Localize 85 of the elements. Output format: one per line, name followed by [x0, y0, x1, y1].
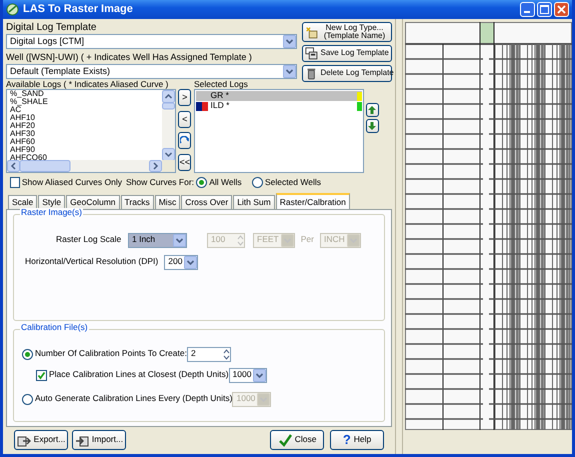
field-label: Digital Log Template	[6, 22, 98, 34]
list-label: Selected Logs	[194, 80, 248, 89]
caret-icon	[283, 35, 296, 48]
tab[interactable]: Scale	[8, 194, 38, 209]
checkbox-label: Place Calibration Lines at Closest (Depth Units)	[49, 370, 229, 380]
list-label: Available Logs ( * Indicates Aliased Curve )	[6, 80, 170, 89]
radio-label: Selected Wells	[264, 178, 322, 188]
template-button[interactable]: Save Log Template	[302, 45, 392, 62]
dropdown[interactable]: 1000	[228, 368, 268, 382]
radio-label: All Wells	[209, 178, 242, 188]
minimize-button[interactable]	[520, 2, 534, 17]
tab[interactable]: GeoColumn	[66, 194, 120, 209]
list-item[interactable]: AHF90	[7, 146, 162, 154]
field-label: Raster Log Scale	[56, 235, 122, 245]
caret-icon	[173, 234, 186, 247]
caret-icon	[346, 234, 360, 247]
radio-button[interactable]	[252, 177, 263, 188]
footer-button[interactable]: Close	[270, 430, 324, 450]
radio-button[interactable]	[22, 394, 33, 404]
redo-icon	[180, 136, 190, 145]
caret-icon	[283, 65, 296, 78]
dropdown[interactable]: 1 Inch	[128, 232, 187, 248]
tab[interactable]: Style	[38, 194, 66, 209]
list-item[interactable]: AHF20	[7, 122, 162, 130]
spinner-icon	[222, 348, 230, 360]
checkbox[interactable]	[36, 370, 47, 380]
move-down-button[interactable]	[366, 119, 379, 134]
transfer-button[interactable]: <<	[178, 154, 192, 170]
footer-button[interactable]: ? Help	[330, 430, 384, 450]
list-item[interactable]: AHFCO60	[7, 154, 162, 160]
window-title: LAS To Raster Image	[23, 3, 133, 16]
list-item[interactable]: AHF60	[7, 138, 162, 146]
redo-button[interactable]	[178, 132, 192, 149]
group-title: Calibration File(s)	[20, 322, 89, 332]
caret-icon	[184, 256, 198, 269]
caret-icon	[253, 368, 266, 382]
checkmark-icon	[278, 433, 292, 448]
footer-button[interactable]: Export...	[14, 430, 68, 450]
template-button[interactable]: New Log Type... (Template Name)	[302, 22, 392, 42]
checkbox[interactable]	[10, 177, 20, 188]
maximize-icon	[540, 5, 549, 14]
list-item[interactable]: %_SHALE	[7, 98, 162, 106]
dropdown[interactable]: Default (Template Exists)	[6, 64, 297, 79]
caret-icon	[280, 234, 294, 247]
move-up-button[interactable]	[366, 103, 379, 117]
close-icon	[557, 5, 566, 14]
tab[interactable]: Tracks	[120, 194, 154, 209]
tab[interactable]: Raster/Calbration	[276, 192, 350, 209]
list-item[interactable]: ILD *	[196, 101, 362, 111]
list-item[interactable]: AC	[7, 106, 162, 114]
radio-label: Auto Generate Calibration Lines Every (Depth Units)	[35, 394, 232, 404]
field-label: Show Curves For:	[126, 178, 192, 188]
caret-icon	[257, 392, 270, 406]
arrow-up-icon	[368, 106, 376, 114]
tab[interactable]: Misc	[154, 194, 180, 209]
tab[interactable]: Lith Sum	[233, 194, 275, 209]
transfer-button[interactable]: >	[178, 89, 192, 106]
radio-button[interactable]	[196, 177, 207, 188]
dropdown[interactable]: Digital Logs [CTM]	[6, 34, 297, 49]
list-item[interactable]: %_SAND	[7, 90, 162, 98]
list-item[interactable]: GR *	[196, 91, 362, 101]
list-item[interactable]: AHF10	[7, 114, 162, 122]
field-label: Horizontal/Vertical Resolution (DPI)	[25, 257, 158, 267]
close-button[interactable]	[554, 2, 569, 17]
save-icon	[304, 47, 318, 60]
footer-button[interactable]: Import...	[72, 430, 126, 450]
group-title: Raster Image(s)	[20, 208, 83, 218]
help-icon: ?	[342, 433, 351, 448]
radio-button[interactable]	[22, 348, 33, 360]
checkbox-label: Show Aliased Curves Only	[22, 178, 122, 188]
maximize-button[interactable]	[536, 2, 552, 17]
field-label: Well ([WSN]-UWI) ( + Indicates Well Has Assigned Template )	[6, 52, 253, 64]
new-item-icon	[304, 26, 318, 38]
field-label: Per	[300, 235, 314, 245]
vertical-scrollbar	[162, 90, 175, 160]
transfer-button[interactable]: <	[178, 110, 192, 128]
spinner-icon	[237, 234, 244, 247]
dropdown[interactable]: 200	[164, 254, 198, 270]
trash-icon	[304, 67, 318, 80]
arrow-down-icon	[368, 122, 376, 130]
app-icon	[6, 3, 19, 16]
list-item[interactable]: AHF30	[7, 130, 162, 138]
number-field[interactable]: 2	[186, 346, 231, 362]
radio-label: Number Of Calibration Points To Create:	[35, 349, 187, 359]
tab[interactable]: Cross Over	[181, 194, 232, 209]
